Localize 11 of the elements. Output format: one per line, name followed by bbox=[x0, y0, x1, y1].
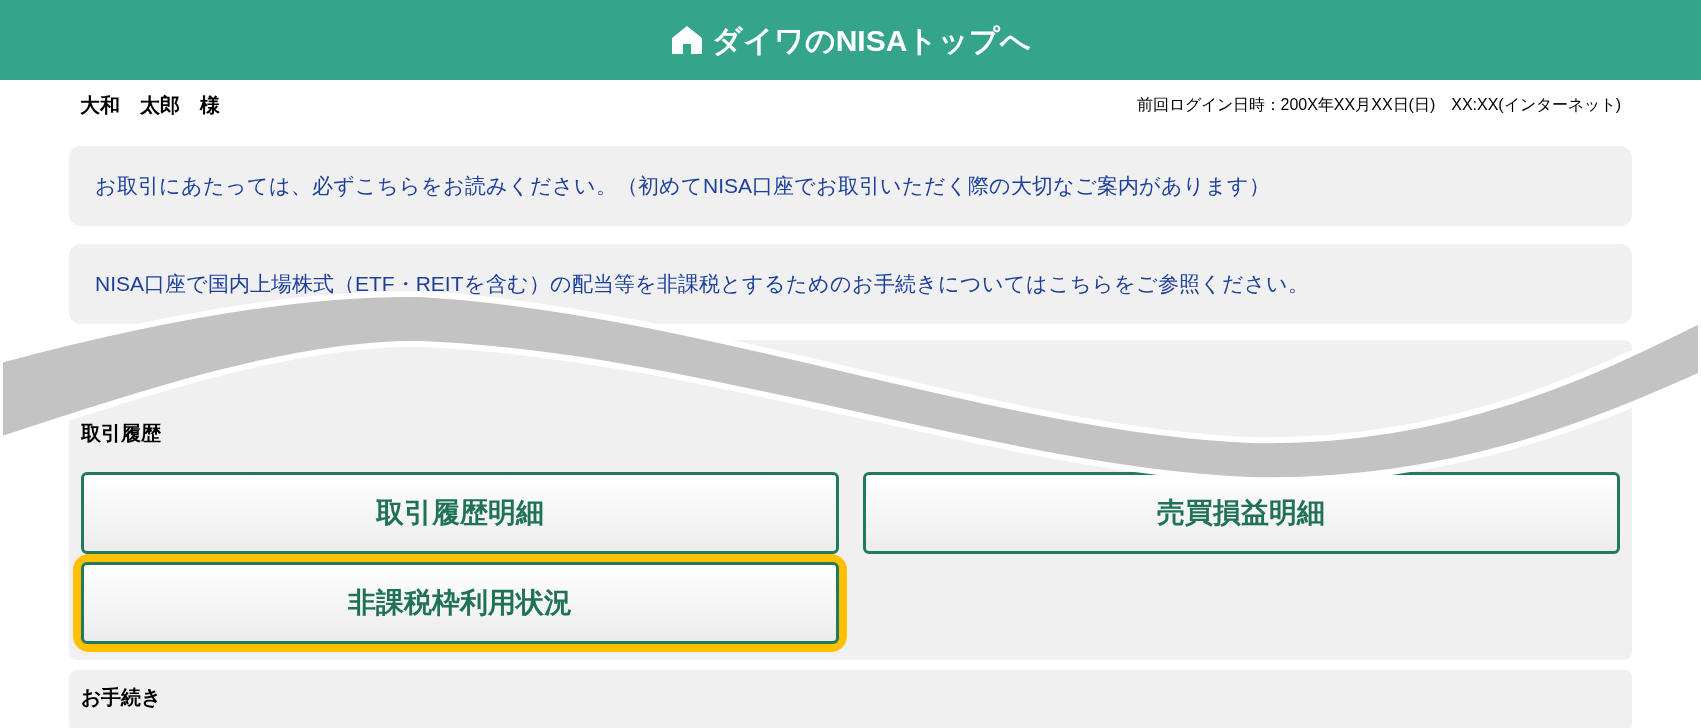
home-icon bbox=[669, 24, 704, 56]
menu-button[interactable]: 非課税枠利用状況 bbox=[81, 562, 839, 644]
section-title: 取引履歴 bbox=[81, 421, 162, 446]
user-name: 大和 太郎 様 bbox=[80, 93, 220, 118]
menu-button[interactable]: 売買損益明細 bbox=[862, 472, 1620, 554]
top-link[interactable]: ダイワのNISAトップへ bbox=[711, 17, 1032, 63]
last-login-text: 前回ログイン日時：200X年XX月XX日(日) XX:XX(インターネット) bbox=[1136, 95, 1621, 115]
section-title: お手続き bbox=[81, 685, 162, 710]
notice-link[interactable]: NISA口座で国内上場株式（ETF・REITを含む）の配当等を非課税とするためのお手続きについてはこちらをご参照ください。 bbox=[95, 268, 1309, 300]
menu-button[interactable]: 取引履歴明細 bbox=[81, 472, 839, 554]
notice-link[interactable]: お取引にあたっては、必ずこちらをお読みください。（初めてNISA口座でお取引いただく際の大切なご案内があります） bbox=[95, 170, 1270, 202]
